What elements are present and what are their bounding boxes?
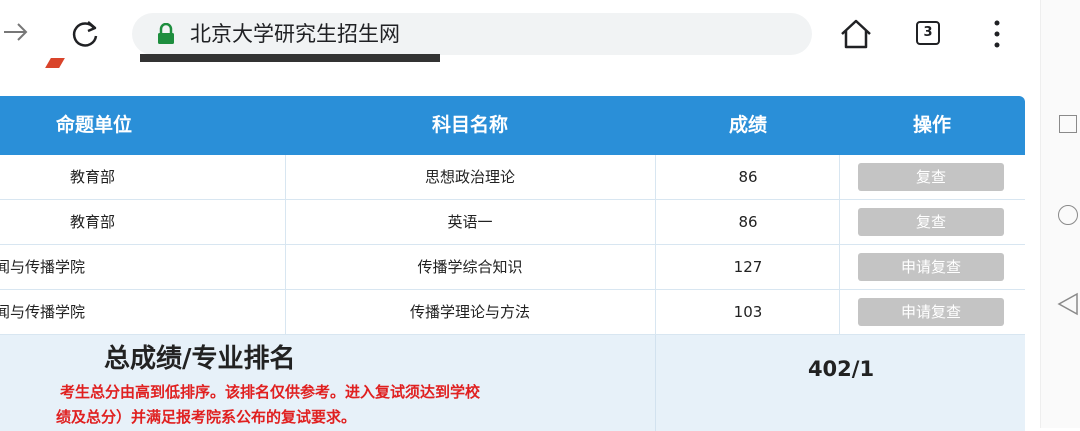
reload-icon[interactable]: [70, 19, 100, 49]
forward-arrow-icon[interactable]: [2, 18, 30, 46]
back-icon[interactable]: [1057, 292, 1079, 316]
cell-subject: 传播学理论与方法: [409, 303, 530, 321]
cell-subject: 英语一: [447, 213, 493, 231]
ranking-note-line1: 考生总分由高到低排序。该排名仅供参考。进入复试须达到学校: [60, 383, 481, 401]
cell-subject: 传播学综合知识: [417, 258, 523, 276]
cell-score: 86: [738, 213, 758, 231]
table-header: 命题单位 科目名称 成绩 操作: [0, 96, 1025, 155]
recheck-button[interactable]: 复查: [858, 208, 1004, 236]
apply-recheck-button[interactable]: 申请复查: [858, 298, 1004, 326]
cell-subject: 思想政治理论: [424, 168, 515, 186]
header-subject: 科目名称: [431, 114, 508, 136]
cell-unit: 闻与传播学院: [0, 303, 86, 321]
cell-score: 86: [738, 168, 758, 186]
header-score: 成绩: [728, 114, 767, 136]
cell-unit: 教育部: [70, 168, 116, 186]
clipped-heading: [140, 54, 460, 74]
page-url-title: 北京大学研究生招生网: [190, 22, 400, 46]
system-nav-bar: [1040, 0, 1080, 428]
lock-icon: [158, 23, 174, 44]
tabs-icon[interactable]: 3: [916, 21, 940, 45]
more-menu-icon[interactable]: [992, 18, 1002, 50]
cell-unit: 闻与传播学院: [0, 258, 86, 276]
table-row: 闻与传播学院 传播学综合知识 127 申请复查: [0, 245, 1025, 290]
recheck-button[interactable]: 复查: [858, 163, 1004, 191]
table-row: 教育部 思想政治理论 86 复查: [0, 155, 1025, 200]
cell-score: 127: [733, 258, 763, 276]
total-title: 总成绩/专业排名: [104, 344, 296, 374]
recent-apps-icon[interactable]: [1059, 115, 1077, 133]
home-icon[interactable]: [838, 18, 874, 50]
ranking-note-line2: 绩及总分）并满足报考院系公布的复试要求。: [56, 408, 357, 426]
system-home-icon[interactable]: [1058, 205, 1078, 225]
header-unit: 命题单位: [56, 114, 133, 136]
header-action: 操作: [912, 114, 951, 136]
table-row: 教育部 英语一 86 复查: [0, 200, 1025, 245]
cell-score: 103: [733, 303, 763, 321]
score-table: 命题单位 科目名称 成绩 操作 教育部 思想政治理论 86 复查 教育部 英语一…: [0, 96, 1025, 431]
cell-unit: 教育部: [70, 213, 116, 231]
total-score-rank: 402/1: [807, 357, 875, 381]
table-row: 闻与传播学院 传播学理论与方法 103 申请复查: [0, 290, 1025, 335]
apply-recheck-button[interactable]: 申请复查: [858, 253, 1004, 281]
address-bar[interactable]: 北京大学研究生招生网: [132, 13, 812, 55]
total-score-row: 总成绩/专业排名 考生总分由高到低排序。该排名仅供参考。进入复试须达到学校 绩及…: [0, 335, 1025, 431]
